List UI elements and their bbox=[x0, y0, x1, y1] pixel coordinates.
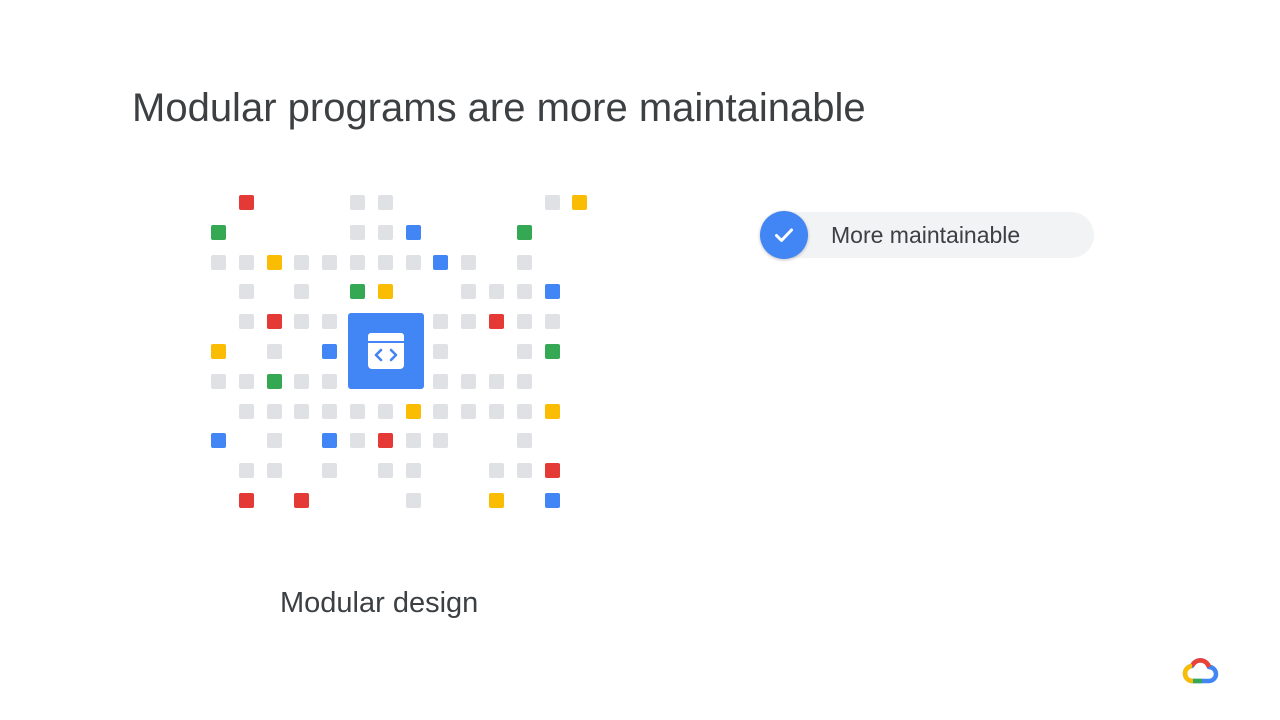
grid-square bbox=[350, 404, 365, 419]
grid-square bbox=[267, 314, 282, 329]
grid-square bbox=[267, 404, 282, 419]
grid-square bbox=[350, 433, 365, 448]
grid-square bbox=[517, 225, 532, 240]
grid-square bbox=[461, 255, 476, 270]
grid-square bbox=[350, 225, 365, 240]
grid-square bbox=[378, 255, 393, 270]
caption-modular-design: Modular design bbox=[280, 587, 479, 619]
grid-square bbox=[517, 344, 532, 359]
grid-square bbox=[517, 284, 532, 299]
check-icon bbox=[775, 228, 793, 242]
grid-square bbox=[406, 463, 421, 478]
grid-square bbox=[239, 374, 254, 389]
grid-square bbox=[517, 463, 532, 478]
grid-square bbox=[433, 255, 448, 270]
grid-square bbox=[322, 374, 337, 389]
grid-square bbox=[517, 433, 532, 448]
google-cloud-logo bbox=[1182, 658, 1219, 684]
grid-square bbox=[406, 433, 421, 448]
grid-square bbox=[489, 404, 504, 419]
grid-square bbox=[378, 404, 393, 419]
grid-square bbox=[239, 404, 254, 419]
grid-square bbox=[433, 374, 448, 389]
grid-square bbox=[433, 404, 448, 419]
grid-square bbox=[378, 284, 393, 299]
grid-square bbox=[406, 225, 421, 240]
grid-square bbox=[378, 463, 393, 478]
grid-square bbox=[517, 404, 532, 419]
grid-square bbox=[322, 404, 337, 419]
grid-square bbox=[294, 374, 309, 389]
grid-square bbox=[545, 404, 560, 419]
grid-square bbox=[461, 404, 476, 419]
grid-square bbox=[489, 374, 504, 389]
grid-square bbox=[545, 463, 560, 478]
grid-square bbox=[322, 463, 337, 478]
grid-square bbox=[378, 225, 393, 240]
grid-square bbox=[406, 493, 421, 508]
grid-square bbox=[572, 195, 587, 210]
grid-square bbox=[489, 314, 504, 329]
grid-square bbox=[545, 344, 560, 359]
grid-square bbox=[294, 493, 309, 508]
grid-square bbox=[461, 314, 476, 329]
grid-square bbox=[433, 314, 448, 329]
grid-square bbox=[517, 255, 532, 270]
grid-square bbox=[239, 463, 254, 478]
grid-square bbox=[267, 255, 282, 270]
grid-square bbox=[517, 314, 532, 329]
grid-square bbox=[322, 433, 337, 448]
grid-square bbox=[322, 255, 337, 270]
grid-square bbox=[517, 374, 532, 389]
grid-square bbox=[489, 463, 504, 478]
grid-square bbox=[322, 344, 337, 359]
grid-square bbox=[545, 493, 560, 508]
grid-square bbox=[239, 314, 254, 329]
grid-square bbox=[239, 284, 254, 299]
grid-square bbox=[294, 404, 309, 419]
grid-square bbox=[267, 374, 282, 389]
grid-square bbox=[239, 493, 254, 508]
grid-square bbox=[211, 433, 226, 448]
grid-square bbox=[378, 433, 393, 448]
grid-square bbox=[545, 314, 560, 329]
grid-square bbox=[294, 314, 309, 329]
grid-square bbox=[406, 255, 421, 270]
grid-square bbox=[322, 314, 337, 329]
grid-square bbox=[267, 344, 282, 359]
grid-square bbox=[211, 374, 226, 389]
maintainable-badge: More maintainable bbox=[760, 211, 1094, 259]
grid-square bbox=[211, 344, 226, 359]
grid-square bbox=[239, 255, 254, 270]
code-brackets-icon bbox=[368, 333, 404, 369]
grid-square bbox=[294, 284, 309, 299]
grid-square bbox=[406, 404, 421, 419]
grid-square bbox=[461, 374, 476, 389]
central-module bbox=[348, 313, 424, 389]
grid-square bbox=[350, 284, 365, 299]
grid-square bbox=[433, 344, 448, 359]
grid-square bbox=[350, 255, 365, 270]
badge-label: More maintainable bbox=[831, 222, 1021, 248]
grid-square bbox=[545, 284, 560, 299]
grid-square bbox=[294, 255, 309, 270]
check-circle bbox=[760, 211, 808, 259]
grid-square bbox=[378, 195, 393, 210]
grid-square bbox=[239, 195, 254, 210]
module-grid bbox=[0, 0, 1280, 720]
grid-square bbox=[211, 255, 226, 270]
grid-square bbox=[461, 284, 476, 299]
grid-square bbox=[211, 225, 226, 240]
grid-square bbox=[267, 463, 282, 478]
grid-square bbox=[350, 195, 365, 210]
grid-square bbox=[433, 433, 448, 448]
grid-square bbox=[489, 284, 504, 299]
grid-square bbox=[489, 493, 504, 508]
grid-square bbox=[545, 195, 560, 210]
grid-square bbox=[267, 433, 282, 448]
